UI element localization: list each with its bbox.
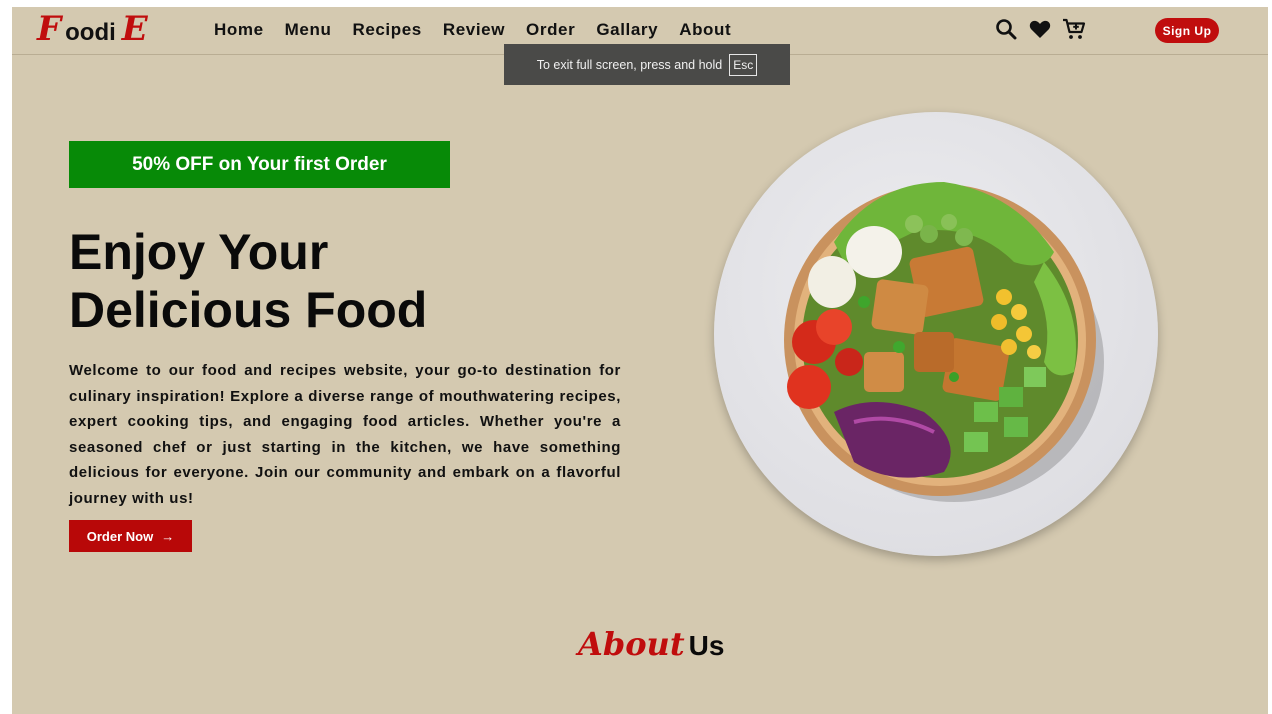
search-icon[interactable] [994,17,1018,41]
logo-letter-first: F [37,9,62,49]
fullscreen-exit-toast: To exit full screen, press and hold Esc [504,44,790,85]
nav-gallary[interactable]: Gallary [596,20,658,40]
promo-banner: 50% OFF on Your first Order [69,141,450,188]
arrow-right-icon: → [161,528,175,544]
logo[interactable]: F oodi E [37,9,148,49]
about-us-heading: About Us [578,625,724,663]
about-us-word: Us [688,630,725,661]
hero-description: Welcome to our food and recipes website,… [69,362,621,507]
logo-letter-last: E [121,9,148,49]
main-nav: Home Menu Recipes Review Order Gallary A… [214,20,752,40]
page: F oodi E Home Menu Recipes Review Order … [12,7,1268,714]
nav-home[interactable]: Home [214,20,264,40]
sign-up-button[interactable]: Sign Up [1155,18,1219,43]
food-bowl-image [714,112,1158,556]
salad-bowl-illustration [784,182,1104,502]
header-icons [994,17,1086,41]
nav-review[interactable]: Review [443,20,505,40]
hero-title-line-2: Delicious Food [69,282,428,338]
nav-about[interactable]: About [679,20,731,40]
logo-text: oodi [65,19,116,46]
cart-icon[interactable] [1062,17,1086,41]
order-now-button[interactable]: Order Now → [69,520,192,552]
heart-icon[interactable] [1028,17,1052,41]
hero-title: Enjoy Your Delicious Food [69,223,589,339]
hero-title-line-1: Enjoy Your [69,224,329,280]
esc-key-badge: Esc [729,53,758,76]
fullscreen-toast-message: To exit full screen, press and hold [536,57,723,72]
nav-order[interactable]: Order [526,20,575,40]
nav-menu[interactable]: Menu [285,20,332,40]
order-now-label: Order Now [86,528,154,544]
about-script-word: About [578,625,685,663]
nav-recipes[interactable]: Recipes [352,20,421,40]
